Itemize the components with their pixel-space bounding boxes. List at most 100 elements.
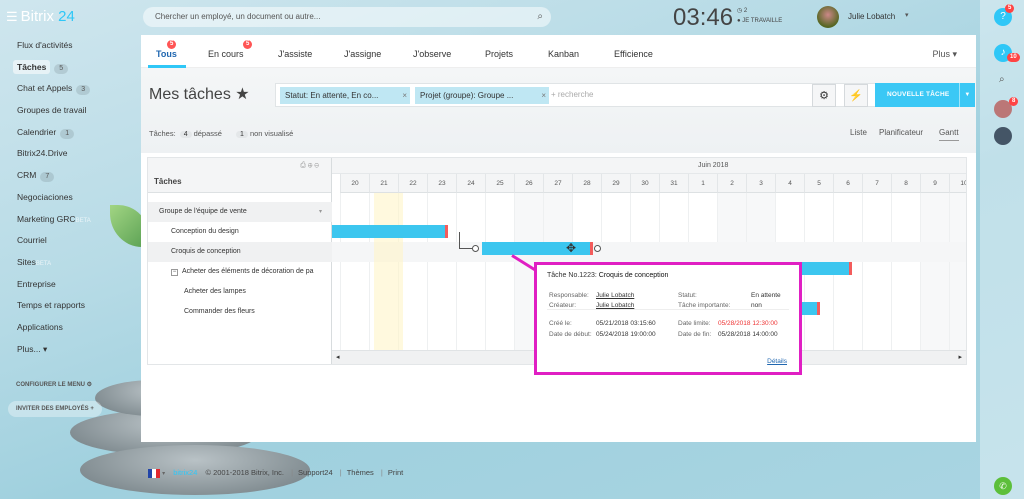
task-row[interactable]: Conception du design — [148, 222, 332, 242]
page-title: Mes tâches ★ — [149, 86, 250, 103]
details-link[interactable]: Détails — [767, 358, 787, 365]
tab-in-progress[interactable]: En cours 5 — [208, 40, 253, 59]
search-icon[interactable]: ⌕ — [999, 74, 1005, 85]
user-avatar[interactable] — [817, 6, 839, 28]
overdue-count[interactable]: 4 — [179, 131, 192, 138]
task-row[interactable]: Commander des fleurs — [148, 302, 332, 322]
phone-icon[interactable]: ✆ — [994, 477, 1012, 495]
created-value: 05/21/2018 03:15:60 — [596, 320, 656, 327]
tab-assign[interactable]: J'assigne — [344, 49, 381, 59]
chevron-down-icon[interactable]: ▾ — [905, 11, 909, 19]
tab-efficiency[interactable]: Efficience — [614, 49, 653, 59]
gantt-bar[interactable] — [802, 262, 852, 275]
clock[interactable]: 03:46 — [673, 4, 733, 32]
view-planner[interactable]: Planificateur — [879, 128, 923, 137]
sidebar-item-applications[interactable]: Applications — [0, 317, 140, 339]
tab-projects[interactable]: Projets — [485, 49, 513, 59]
task-counters: Tâches: 4 dépassé 1 non visualisé — [149, 129, 294, 138]
main-panel: Tous 5 En cours 5 J'assiste J'assigne J'ob… — [141, 35, 976, 442]
chevron-down-icon: ▾ — [952, 49, 957, 59]
footer-brand[interactable]: bitrix24 — [173, 468, 197, 477]
chevron-down-icon: ▾ — [318, 209, 322, 215]
gantt-bar-selected[interactable] — [482, 242, 593, 255]
task-list-header: ⎙⊕⊖ Tâches — [148, 158, 331, 193]
settings-button[interactable]: ⚙ — [812, 84, 836, 107]
sidebar-item-sites[interactable]: SitesBETA — [0, 252, 140, 274]
app-logo[interactable]: ☰ Bitrix 24 — [6, 8, 75, 25]
collapse-icon: − — [171, 269, 178, 276]
sidebar-item-time-reports[interactable]: Temps et rapports — [0, 295, 140, 317]
new-task-button[interactable]: NOUVELLE TÂCHE ▼ — [875, 83, 975, 107]
sidebar-item-tasks[interactable]: Tâches 5 — [0, 57, 140, 79]
day-column — [949, 193, 966, 351]
sidebar-item-more[interactable]: Plus... ▾ — [0, 339, 140, 361]
view-gantt[interactable]: Gantt — [939, 128, 959, 141]
close-icon[interactable]: × — [402, 87, 407, 104]
configure-menu-button[interactable]: CONFIGURER LE MENU ⚙ — [8, 376, 100, 393]
day-label: 21 — [369, 174, 398, 193]
close-icon[interactable]: × — [541, 87, 546, 104]
footer-themes[interactable]: Thèmes — [347, 468, 374, 477]
zoom-out-icon: ⊖ — [314, 162, 321, 169]
flag-icon[interactable] — [148, 468, 160, 478]
tab-kanban[interactable]: Kanban — [548, 49, 579, 59]
deadline-marker — [445, 225, 448, 238]
sidebar-item-mail[interactable]: Courriel — [0, 230, 140, 252]
sidebar-item-deals[interactable]: Negociaciones — [0, 187, 140, 209]
day-label: 2 — [717, 174, 746, 193]
user-name[interactable]: Julie Lobatch — [848, 12, 895, 21]
dependency-end-circle[interactable] — [594, 245, 601, 252]
creator-link[interactable]: Julie Lobatch — [596, 302, 634, 309]
status-dot-icon: ● — [737, 18, 741, 24]
sidebar-item-marketing[interactable]: Marketing GRCBETA — [0, 209, 140, 231]
sidebar-item-chat[interactable]: Chat et Appels 3 — [0, 78, 140, 100]
global-search-input[interactable]: Chercher un employé, un document ou autr… — [143, 7, 551, 27]
filter-chip-project[interactable]: Projet (groupe): Groupe ... × — [415, 87, 549, 104]
sidebar-item-groups[interactable]: Groupes de travail — [0, 100, 140, 122]
gantt-tools[interactable]: ⎙⊕⊖ — [300, 162, 321, 170]
filter-chip-status[interactable]: Statut: En attente, En co... × — [280, 87, 410, 104]
work-status[interactable]: ◷ 2 ● JE TRAVAILLE — [737, 6, 782, 26]
footer-support[interactable]: Support24 — [298, 468, 333, 477]
day-label: 22 — [398, 174, 427, 193]
day-label: 27 — [543, 174, 572, 193]
task-row[interactable]: Acheter des lampes — [148, 282, 332, 302]
filter-search-field[interactable]: Statut: En attente, En co... × Projet (gr… — [275, 83, 903, 107]
task-row[interactable]: − Acheter des éléments de décoration de p… — [148, 262, 332, 282]
sidebar-item-drive[interactable]: Bitrix24.Drive — [0, 143, 140, 165]
sidebar-item-calendar[interactable]: Calendrier 1 — [0, 122, 140, 144]
invite-employees-button[interactable]: INVITER DES EMPLOYÉS + — [8, 401, 102, 417]
day-label: 30 — [630, 174, 659, 193]
quick-actions-button[interactable]: ⚡ — [844, 84, 868, 107]
beta-label: BETA — [35, 260, 52, 267]
unseen-count[interactable]: 1 — [236, 131, 248, 138]
dependency-start-circle[interactable] — [472, 245, 479, 252]
gantt-bar[interactable] — [332, 225, 448, 238]
gear-icon: ⚙ — [819, 90, 829, 102]
filter-search-placeholder[interactable]: + recherche — [551, 84, 593, 106]
sidebar-count: 1 — [60, 128, 75, 139]
move-icon[interactable]: ✥ — [566, 241, 576, 255]
tab-all[interactable]: Tous 5 — [156, 40, 177, 59]
search-icon[interactable]: ⌕ — [537, 7, 543, 27]
tab-assist[interactable]: J'assiste — [278, 49, 312, 59]
tab-observe[interactable]: J'observe — [413, 49, 451, 59]
sidebar-item-activity[interactable]: Flux d'activités — [0, 35, 140, 57]
filter-band — [141, 68, 976, 153]
menu-icon[interactable]: ☰ — [6, 9, 18, 24]
tab-more[interactable]: Plus ▾ — [932, 49, 957, 60]
day-label: 7 — [862, 174, 891, 193]
day-column — [427, 193, 456, 351]
responsible-link[interactable]: Julie Lobatch — [596, 292, 634, 299]
footer-print[interactable]: Print — [388, 468, 403, 477]
day-label: 31 — [659, 174, 688, 193]
chevron-down-icon[interactable]: ▼ — [959, 83, 975, 107]
sidebar-item-company[interactable]: Entreprise — [0, 274, 140, 296]
task-row-group[interactable]: Groupe de l'équipe de vente ▾ — [148, 202, 332, 222]
group-avatar[interactable] — [994, 127, 1012, 145]
task-row[interactable]: Croquis de conception — [148, 242, 332, 262]
day-column — [485, 193, 514, 351]
star-icon[interactable]: ★ — [235, 86, 249, 103]
sidebar-item-crm[interactable]: CRM 7 — [0, 165, 140, 187]
view-list[interactable]: Liste — [850, 128, 867, 137]
